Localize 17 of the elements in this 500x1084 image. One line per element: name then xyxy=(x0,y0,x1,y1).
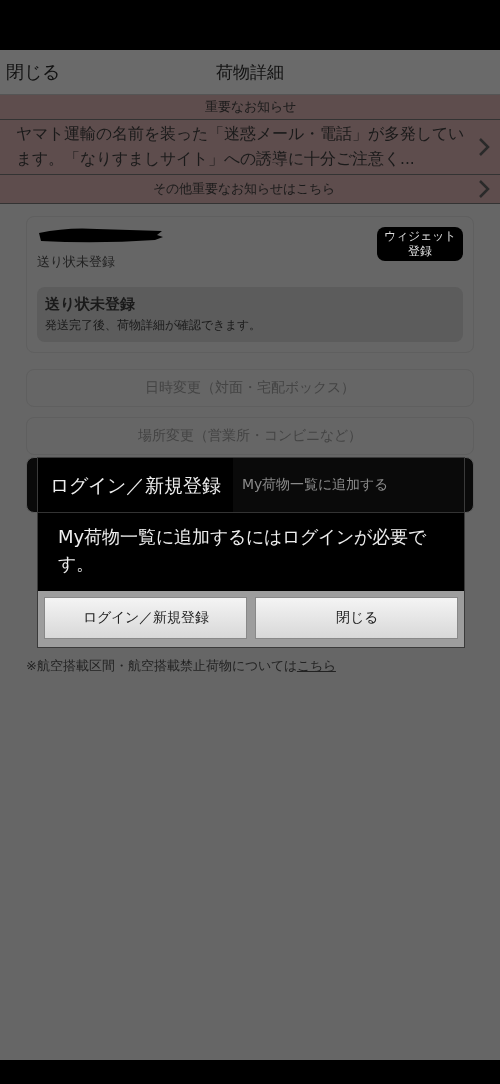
note-link[interactable]: こちら xyxy=(296,658,336,673)
notice-heading: 重要なお知らせ xyxy=(0,95,500,120)
dialog-title: ログイン／新規登録 xyxy=(38,458,233,512)
widget-button[interactable]: ウィジェット登録 xyxy=(377,227,463,261)
close-link[interactable]: 閉じる xyxy=(6,60,60,84)
notice-item[interactable]: ヤマト運輸の名前を装った「迷惑メール・電話」が多発しています。「なりすましサイト」への誘導に十分ご注意く... xyxy=(0,120,500,175)
page-title: 荷物詳細 xyxy=(216,60,284,84)
info-title: 送り状未登録 xyxy=(45,295,136,314)
dialog-button[interactable]: 閉じる xyxy=(255,597,458,639)
chevron-right-icon xyxy=(478,137,490,157)
more-notices-link[interactable]: その他重要なお知らせはこちら xyxy=(0,175,500,204)
dialog-message: My荷物一覧に追加するにはログインが必要です。 xyxy=(38,513,464,591)
chevron-right-icon xyxy=(478,179,490,199)
note-text: ※航空搭載区間・航空搭載禁止荷物についてはこちら xyxy=(26,657,337,675)
info-text: 発送完了後、荷物詳細が確認できます。 xyxy=(45,317,262,334)
status-text: 送り状未登録 xyxy=(37,253,116,271)
dialog-button[interactable]: ログイン／新規登録 xyxy=(44,597,247,639)
